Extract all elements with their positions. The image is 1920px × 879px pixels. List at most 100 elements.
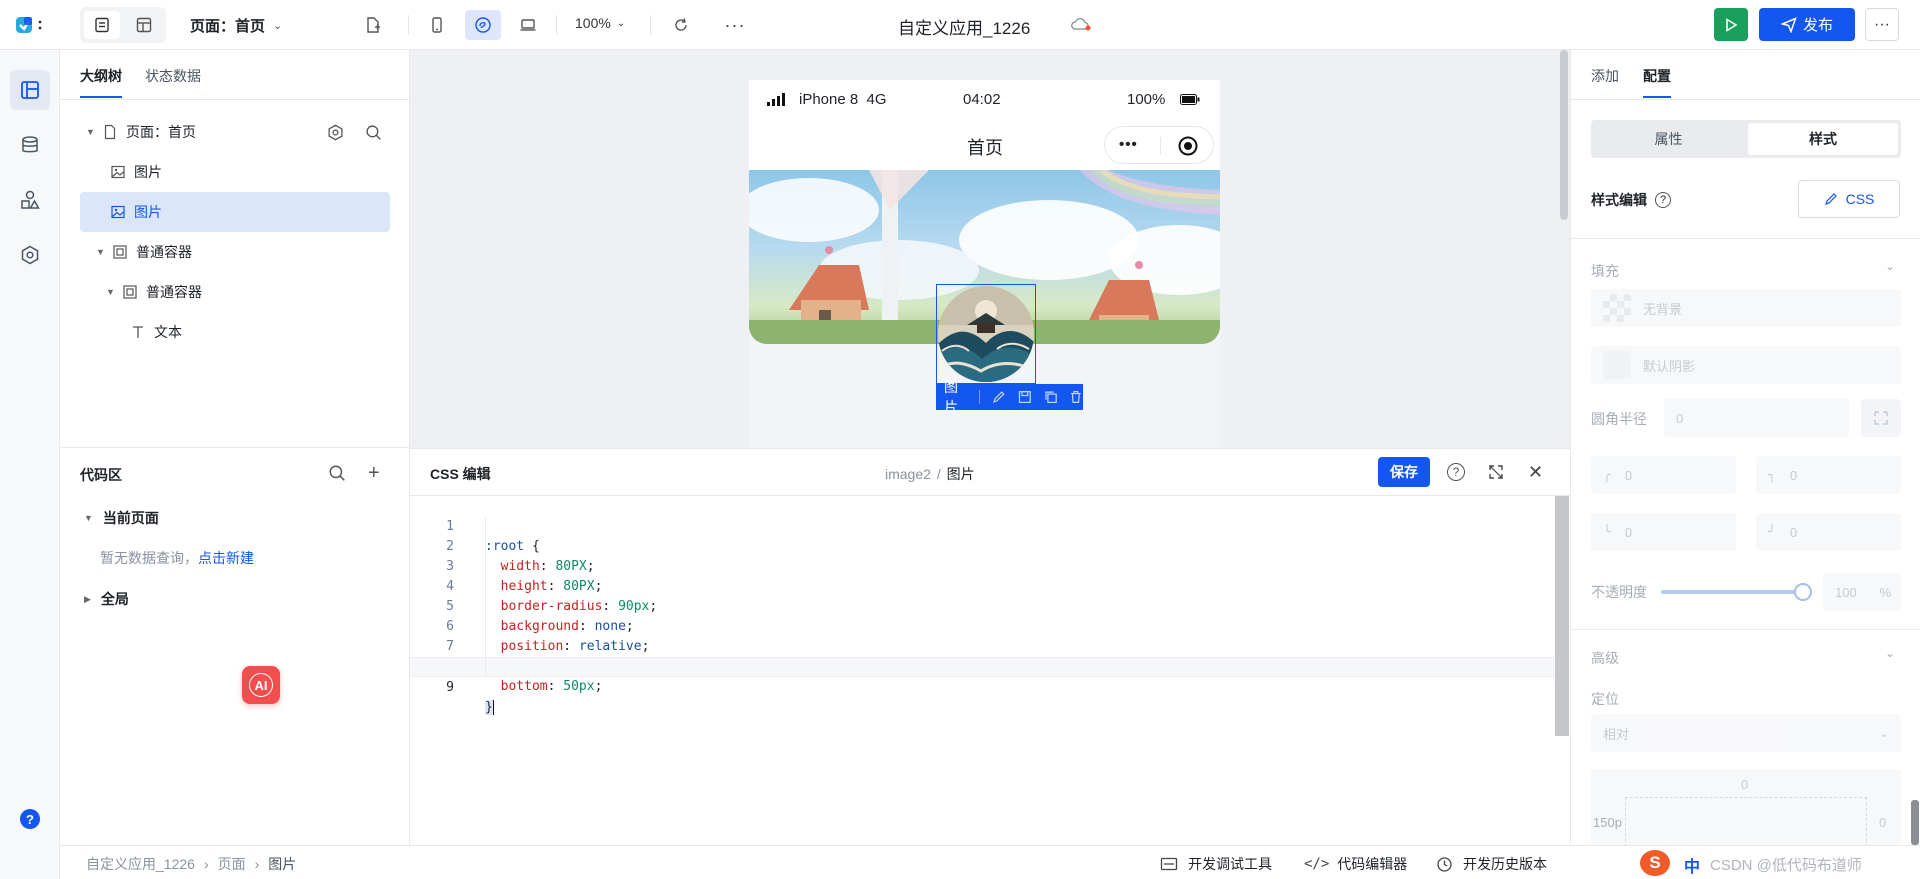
code-editor-label: 代码编辑器	[1337, 856, 1408, 872]
ai-assistant-button[interactable]: AI	[242, 666, 280, 704]
chevron-down-icon[interactable]: ⌄	[1885, 646, 1895, 660]
copy-icon[interactable]	[1044, 390, 1058, 404]
corner-br-icon: ╯	[1768, 524, 1776, 539]
caret-down-icon: ▼	[86, 127, 95, 137]
save-icon[interactable]	[1018, 390, 1032, 404]
code-editor-button[interactable]: </> 代码编辑器	[1304, 854, 1407, 874]
tree-item-image-2-selected[interactable]: 图片	[80, 192, 390, 232]
corner-top-right[interactable]: ╮ 0	[1756, 456, 1901, 494]
background-field[interactable]: 无背景	[1591, 289, 1901, 327]
tree-item-page[interactable]: ▼ 页面：首页	[80, 112, 390, 152]
phone-status-bar: iPhone 8 4G 04:02 100%	[749, 80, 1220, 120]
tab-add[interactable]: 添加	[1591, 66, 1619, 86]
dev-tools-button[interactable]: 开发调试工具	[1160, 854, 1272, 874]
opacity-input[interactable]: 100 %	[1823, 573, 1901, 611]
image-icon	[111, 165, 125, 179]
selection-label: 图片	[944, 379, 958, 415]
radius-expand-button[interactable]	[1861, 399, 1901, 437]
layout-view-button[interactable]	[126, 11, 162, 39]
css-property: bottom	[500, 679, 548, 694]
tree-item-image-1[interactable]: 图片	[80, 152, 390, 192]
save-button[interactable]: 保存	[1378, 457, 1430, 487]
delete-icon[interactable]	[1069, 390, 1083, 404]
settings-nav-button[interactable]	[10, 235, 50, 275]
page-selector[interactable]: 页面：首页 ⌄	[190, 15, 282, 36]
ime-indicator[interactable]: 中	[1684, 853, 1700, 877]
help-icon[interactable]: ?	[1655, 192, 1671, 208]
close-icon[interactable]: ✕	[1528, 462, 1543, 483]
expand-icon[interactable]	[1487, 463, 1505, 484]
create-new-link[interactable]: 点击新建	[198, 550, 254, 566]
global-group[interactable]: ▶ 全局	[84, 589, 129, 609]
capsule-menu[interactable]: •••	[1104, 126, 1214, 164]
chevron-down-icon[interactable]: ⌄	[1885, 259, 1895, 273]
carrier-label: iPhone 8 4G	[799, 91, 887, 108]
text-icon	[133, 326, 143, 338]
add-page-button[interactable]	[358, 10, 388, 40]
search-icon[interactable]	[365, 124, 390, 144]
code-line: 7 left: 150px;	[410, 617, 1555, 674]
breadcrumb-element[interactable]: 图片	[268, 854, 296, 874]
shapes-icon	[21, 190, 40, 209]
segment-style[interactable]: 样式	[1748, 123, 1898, 155]
canvas-scrollbar[interactable]	[1560, 50, 1568, 220]
current-page-group[interactable]: ▼ 当前页面	[84, 508, 159, 528]
corner-bottom-left[interactable]: ╰ 0	[1591, 513, 1736, 551]
edit-icon[interactable]	[992, 390, 1006, 404]
add-icon[interactable]: +	[368, 462, 380, 485]
caret-down-icon: ▼	[96, 247, 105, 257]
tree-item-text[interactable]: 文本	[80, 312, 390, 352]
search-icon[interactable]	[328, 464, 346, 485]
opacity-value: 100	[1835, 584, 1857, 600]
tab-config[interactable]: 配置	[1643, 66, 1671, 98]
editor-scrollbar[interactable]	[1555, 496, 1569, 736]
corner-top-left[interactable]: ╭ 0	[1591, 456, 1736, 494]
data-nav-button[interactable]	[10, 125, 50, 165]
settings-icon[interactable]	[327, 124, 352, 144]
style-edit-text: 样式编辑	[1591, 192, 1647, 208]
desktop-device-button[interactable]	[513, 10, 543, 40]
mobile-device-button[interactable]	[422, 10, 452, 40]
position-select[interactable]: 相对 ⌄	[1591, 714, 1901, 752]
tab-outline-tree[interactable]: 大纲树	[80, 66, 122, 98]
corner-bottom-right[interactable]: ╯ 0	[1756, 513, 1901, 551]
components-nav-button[interactable]	[10, 180, 50, 220]
logo-icon	[16, 17, 42, 33]
breadcrumb-app[interactable]: 自定义应用_1226	[86, 854, 195, 874]
css-edit-button[interactable]: CSS	[1798, 180, 1900, 218]
selection-toolbar: 图片	[936, 379, 1083, 415]
opacity-slider-track[interactable]	[1661, 590, 1803, 594]
more-dots-icon[interactable]: •••	[1119, 136, 1138, 153]
tree-item-label: 图片	[134, 164, 162, 180]
code-editor[interactable]: 1 :root { 2 width: 80PX; 3 height: 80PX;…	[410, 497, 1555, 715]
help-button[interactable]: ?	[20, 809, 40, 829]
file-add-icon	[367, 17, 380, 33]
panel-scrollbar[interactable]	[1911, 800, 1919, 845]
more-menu-button[interactable]: ···	[1865, 8, 1899, 41]
breadcrumb-page[interactable]: 页面	[218, 854, 246, 874]
box-model-editor[interactable]: 0 150p 0	[1591, 769, 1901, 847]
close-target-icon[interactable]	[1177, 135, 1199, 157]
outline-view-button[interactable]	[84, 11, 120, 39]
tree-item-container-2[interactable]: ▼ 普通容器	[80, 272, 390, 312]
outline-nav-button[interactable]	[10, 70, 50, 110]
more-button[interactable]: ···	[720, 10, 750, 40]
run-button[interactable]	[1714, 8, 1748, 41]
tree-item-container-1[interactable]: ▼ 普通容器	[80, 232, 390, 272]
opacity-slider-thumb[interactable]	[1794, 583, 1812, 601]
shadow-field[interactable]: 默认阴影	[1591, 346, 1901, 384]
css-value: 50px	[563, 679, 595, 694]
code-area-panel: 代码区 + ▼ 当前页面 暂无数据查询，点击新建 ▶ 全局 AI	[60, 448, 410, 845]
selected-image-circle[interactable]	[936, 284, 1036, 384]
help-icon[interactable]: ?	[1447, 463, 1465, 481]
history-button[interactable]: 开发历史版本	[1436, 854, 1547, 874]
refresh-button[interactable]	[666, 10, 696, 40]
tab-state-data[interactable]: 状态数据	[145, 66, 201, 86]
miniprogram-device-button[interactable]	[465, 10, 501, 40]
app-logo[interactable]	[14, 14, 48, 36]
radius-input[interactable]: 0	[1664, 399, 1849, 437]
segment-properties[interactable]: 属性	[1591, 120, 1746, 158]
publish-button[interactable]: 发布	[1759, 8, 1855, 41]
zoom-selector[interactable]: 100% ⌄	[575, 15, 625, 31]
history-label: 开发历史版本	[1463, 856, 1547, 872]
